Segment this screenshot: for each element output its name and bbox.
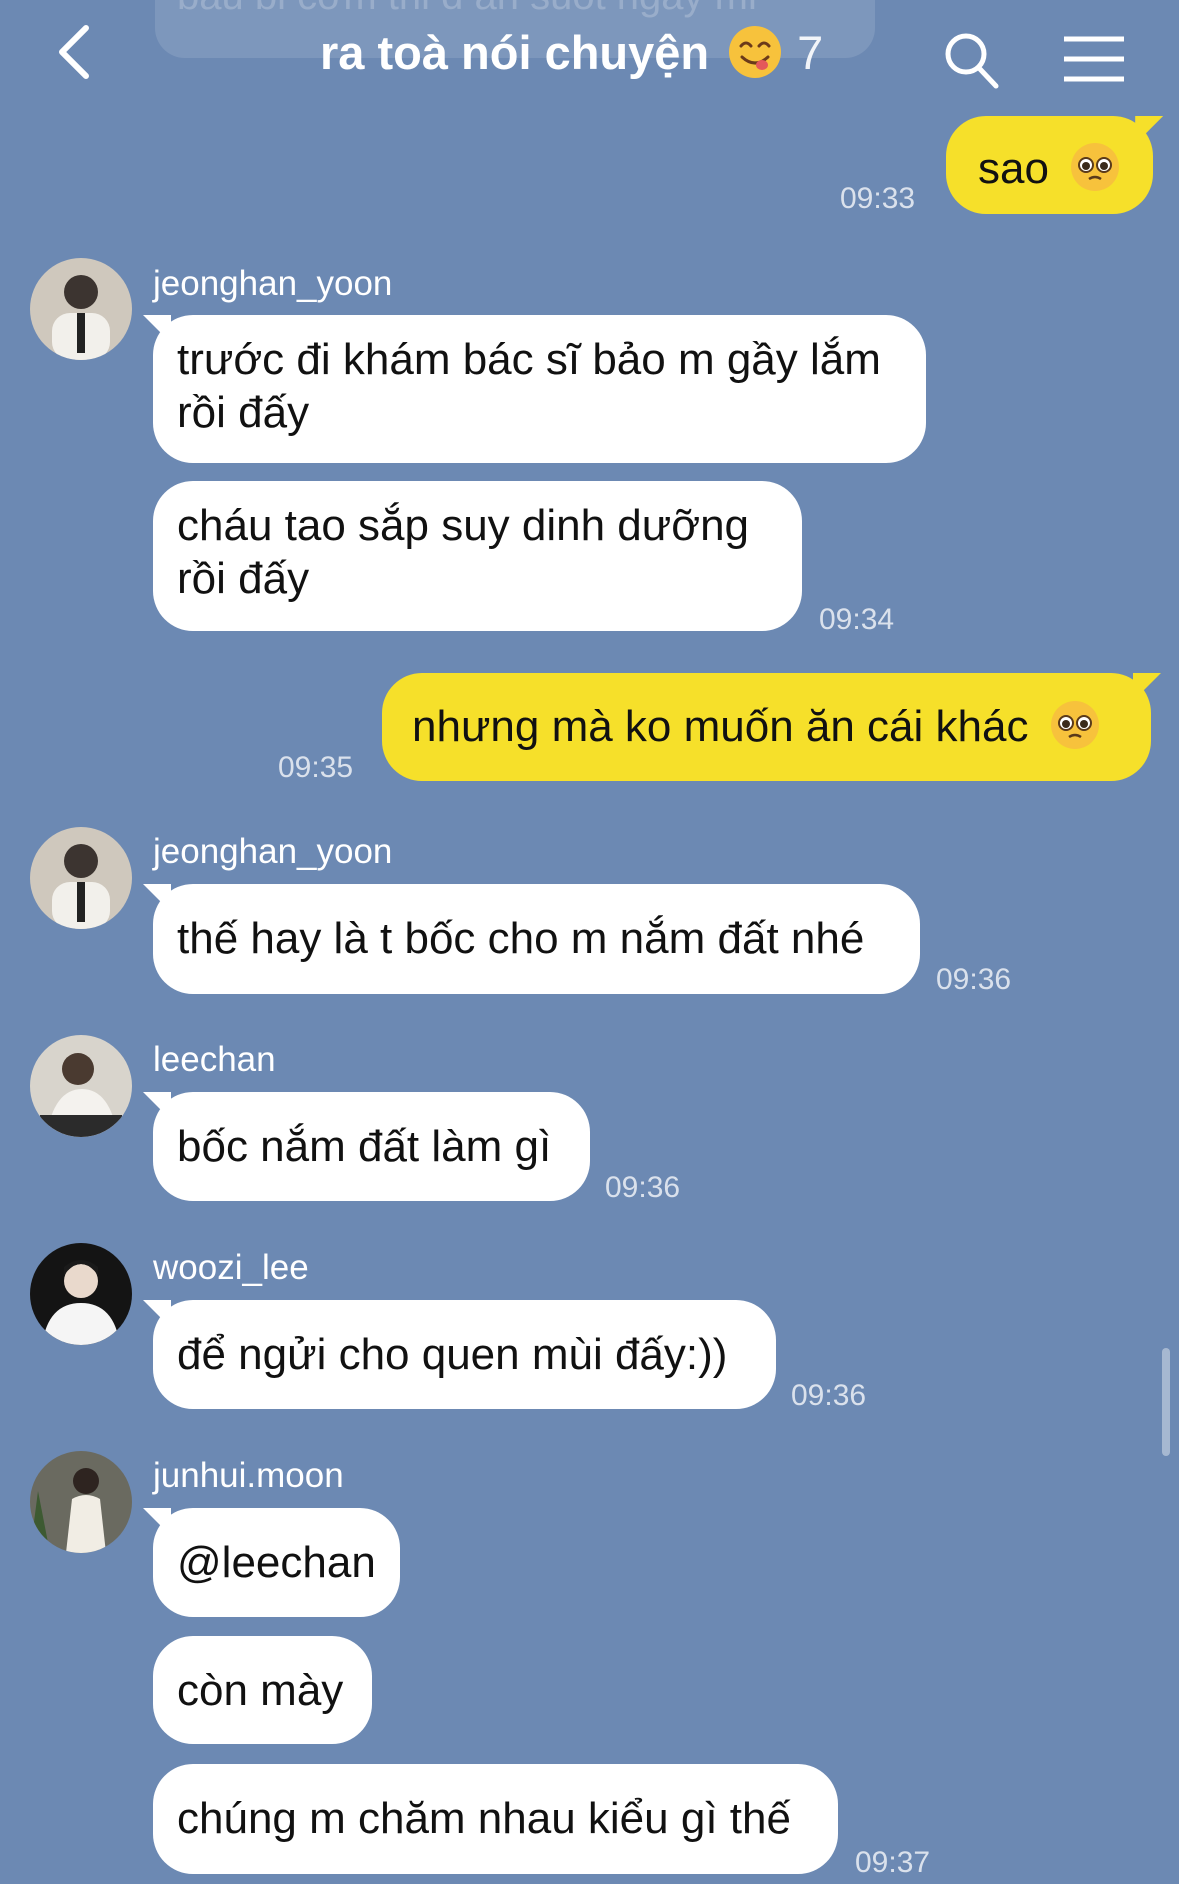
message-bubble[interactable]: @leechan (153, 1508, 400, 1617)
search-icon[interactable] (942, 30, 1002, 92)
avatar-jeonghan-yoon[interactable] (30, 258, 132, 360)
member-count: 7 (797, 25, 824, 79)
sender-name: leechan (153, 1040, 276, 1079)
message-time: 09:35 (278, 751, 354, 784)
message-time: 09:34 (819, 603, 895, 636)
avatar-junhui-moon[interactable] (30, 1451, 132, 1553)
back-icon[interactable] (52, 22, 102, 82)
sender-name: junhui.moon (153, 1456, 344, 1495)
avatar-woozi-lee[interactable] (30, 1243, 132, 1345)
my-message-bubble[interactable]: sao (946, 116, 1154, 214)
pleading-face-icon (1071, 143, 1120, 191)
message-bubble[interactable]: để ngửi cho quen mùi đấy:)) (153, 1300, 776, 1409)
sender-name: woozi_lee (153, 1248, 309, 1287)
message-time: 09:36 (605, 1171, 681, 1204)
message-bubble[interactable]: trước đi khám bác sĩ bảo m gầy lắm rồi đ… (153, 315, 926, 463)
sender-name: jeonghan_yoon (153, 264, 393, 303)
scrollbar[interactable] (1162, 1348, 1170, 1456)
avatar-leechan[interactable] (30, 1035, 132, 1137)
chat-title[interactable]: ra toà nói chuyện 7 (320, 18, 823, 86)
message-bubble[interactable]: thế hay là t bốc cho m nắm đất nhé (153, 884, 920, 994)
message-time: 09:36 (936, 963, 1012, 996)
message-time: 09:33 (840, 182, 916, 215)
chat-header: bau bi cơm thi đ ăn suốt ngày mi ra toà … (0, 0, 1179, 105)
message-bubble[interactable]: còn mày (153, 1636, 372, 1744)
chat-title-text: ra toà nói chuyện (320, 25, 710, 79)
avatar-jeonghan-yoon[interactable] (30, 827, 132, 929)
message-bubble[interactable]: bốc nắm đất làm gì (153, 1092, 590, 1201)
menu-icon[interactable] (1062, 34, 1126, 84)
message-bubble[interactable]: cháu tao sắp suy dinh dưỡng rồi đấy (153, 481, 802, 631)
my-message-bubble[interactable]: nhưng mà ko muốn ăn cái khác (382, 673, 1151, 781)
message-bubble[interactable]: chúng m chăm nhau kiểu gì thế (153, 1764, 838, 1874)
yum-face-icon (729, 26, 782, 78)
message-time: 09:37 (855, 1846, 931, 1879)
sender-name: jeonghan_yoon (153, 832, 393, 871)
pleading-face-icon (1050, 701, 1099, 749)
message-time: 09:36 (791, 1379, 867, 1412)
